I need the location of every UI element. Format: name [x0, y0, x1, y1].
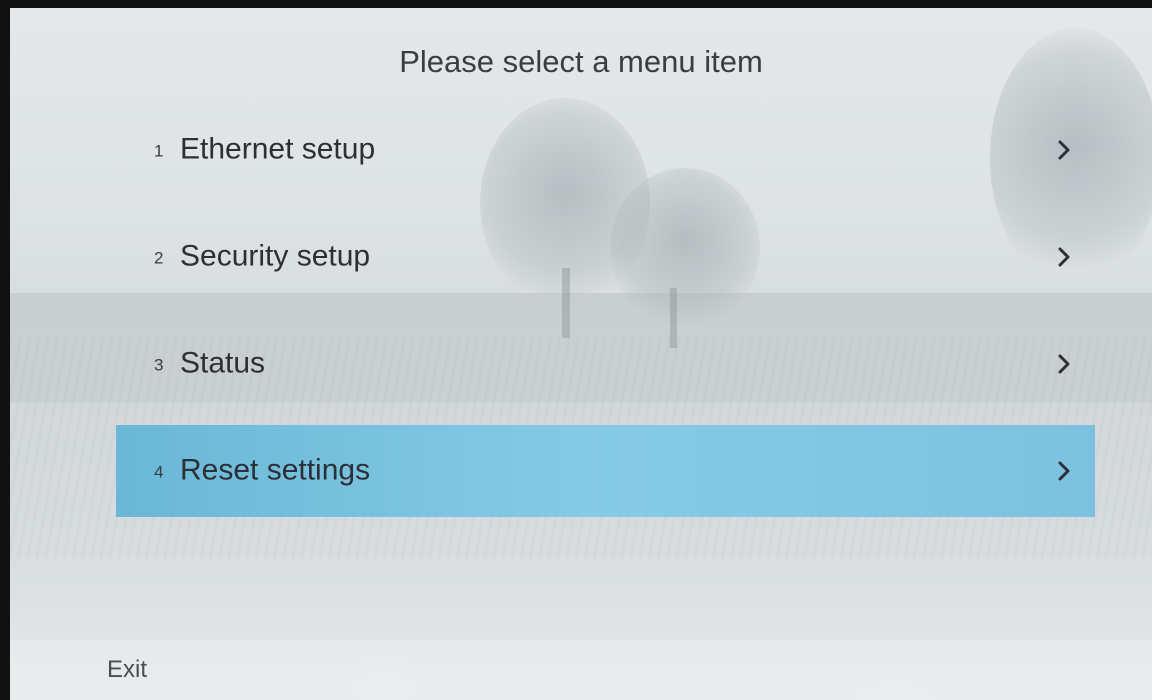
exit-softkey[interactable]: Exit — [107, 656, 147, 684]
menu-item-label: Security setup — [180, 239, 371, 273]
menu-item-number: 2 — [154, 248, 164, 268]
softkey-bar: Exit — [10, 640, 1152, 700]
menu-item-label: Status — [180, 346, 266, 380]
chevron-right-icon — [1051, 458, 1077, 484]
chevron-right-icon — [1051, 351, 1077, 377]
chevron-right-icon — [1051, 137, 1077, 163]
menu-item-ethernet-setup[interactable]: 1 Ethernet setup — [116, 104, 1095, 196]
menu-item-label: Ethernet setup — [180, 132, 376, 166]
menu-item-number: 4 — [154, 462, 164, 482]
menu-item-reset-settings[interactable]: 4 Reset settings — [116, 425, 1095, 517]
menu-item-status[interactable]: 3 Status — [116, 318, 1095, 410]
menu-item-number: 3 — [154, 355, 164, 375]
chevron-right-icon — [1051, 244, 1077, 270]
menu-item-label: Reset settings — [180, 453, 371, 487]
device-screen: Please select a menu item 1 Ethernet set… — [10, 8, 1152, 700]
menu-item-security-setup[interactable]: 2 Security setup — [116, 211, 1095, 303]
menu-list: 1 Ethernet setup 2 Security setup 3 Stat… — [116, 104, 1095, 532]
page-title: Please select a menu item — [399, 44, 763, 79]
menu-item-number: 1 — [154, 141, 164, 161]
